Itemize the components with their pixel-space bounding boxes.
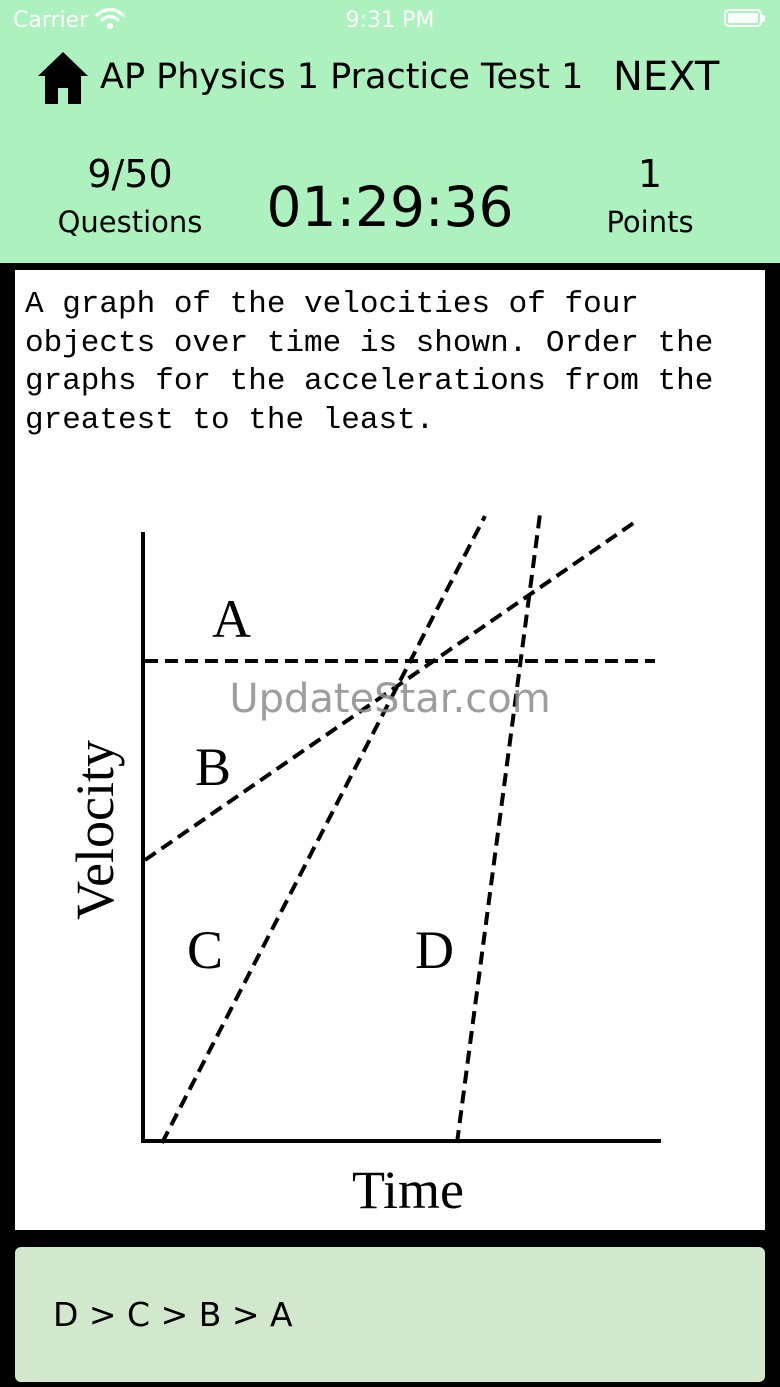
line-label-d: D (415, 920, 454, 980)
line-label-a: A (212, 589, 251, 649)
line-d (455, 513, 542, 1144)
x-axis-label: Time (352, 1160, 464, 1220)
status-time: 9:31 PM (345, 8, 435, 33)
page-title: AP Physics 1 Practice Test 1 (100, 57, 584, 97)
question-count: 9/50 (87, 152, 173, 196)
questions-label: Questions (57, 205, 203, 239)
answer-option[interactable]: D > C > B > A (15, 1247, 765, 1382)
question-text: A graph of the velocities of four object… (25, 287, 732, 438)
velocity-time-figure: A B C D Time Velocity UpdateStar.com (65, 513, 661, 1220)
y-axis-label: Velocity (65, 740, 125, 920)
question-counter: 9/50 Questions (40, 152, 220, 240)
battery-icon (724, 9, 765, 27)
header-bar: Carrier 9:31 PM AP Physics 1 Practice Te… (0, 0, 780, 263)
line-c (160, 515, 487, 1144)
line-label-c: C (187, 920, 223, 980)
home-icon[interactable] (37, 50, 89, 106)
timer: 01:29:36 (266, 175, 514, 239)
watermark: UpdateStar.com (229, 676, 550, 722)
question-card: A graph of the velocities of four object… (15, 270, 765, 1230)
line-label-b: B (195, 737, 231, 797)
next-button[interactable]: NEXT (613, 54, 719, 100)
points-counter: 1 Points (580, 152, 720, 240)
points-label: Points (606, 205, 694, 239)
points-value: 1 (637, 152, 663, 196)
status-bar: Carrier 9:31 PM (0, 0, 780, 40)
answer-text: D > C > B > A (53, 1295, 293, 1334)
